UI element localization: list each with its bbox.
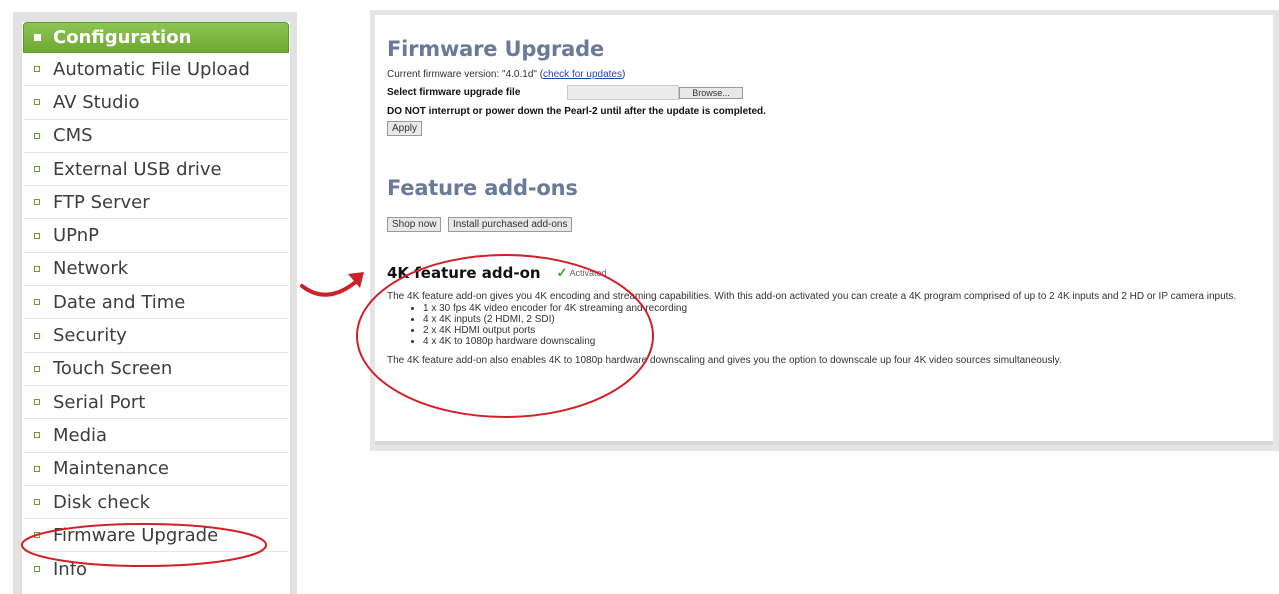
sidebar-item-touch-screen[interactable]: Touch Screen <box>24 353 288 386</box>
square-bullet-icon <box>34 166 40 173</box>
sidebar-item-label: Automatic File Upload <box>53 58 250 80</box>
install-addons-button[interactable]: Install purchased add-ons <box>447 217 573 232</box>
sidebar-item-cms[interactable]: CMS <box>24 120 288 153</box>
shop-now-button[interactable]: Shop now <box>387 217 442 232</box>
feature-description: The 4K feature add-on gives you 4K encod… <box>387 291 1237 302</box>
sidebar-item-label: Media <box>53 424 108 446</box>
activated-status: Activated <box>569 268 607 278</box>
sidebar-item-label: Maintenance <box>53 458 169 480</box>
sidebar-item-label: Touch Screen <box>53 358 173 380</box>
apply-button[interactable]: Apply <box>387 121 423 136</box>
select-file-label: Select firmware upgrade file <box>387 87 521 98</box>
sidebar-item-security[interactable]: Security <box>24 319 288 353</box>
sidebar-item-label: Security <box>53 325 127 347</box>
sidebar-item-firmware-upgrade[interactable]: Firmware Upgrade <box>24 519 288 553</box>
sidebar-item-label: UPnP <box>53 225 99 247</box>
sidebar-menu: Configuration Automatic File Upload AV S… <box>22 22 290 594</box>
sidebar-item-maintenance[interactable]: Maintenance <box>24 453 288 486</box>
sidebar-header-configuration[interactable]: Configuration <box>23 22 289 53</box>
feature-footer: The 4K feature add-on also enables 4K to… <box>387 355 1062 366</box>
sidebar-item-network[interactable]: Network <box>24 253 288 287</box>
sidebar-item-date-and-time[interactable]: Date and Time <box>24 286 288 320</box>
sidebar-item-media[interactable]: Media <box>24 419 288 453</box>
sidebar-item-label: Disk check <box>53 491 151 513</box>
square-bullet-icon <box>34 66 40 73</box>
sidebar-item-serial-port[interactable]: Serial Port <box>24 386 288 420</box>
square-bullet-icon <box>34 365 40 372</box>
list-item: 4 x 4K to 1080p hardware downscaling <box>423 336 1263 347</box>
square-bullet-icon <box>34 532 40 539</box>
sidebar-item-label: Info <box>53 558 88 580</box>
sidebar-item-automatic-file-upload[interactable]: Automatic File Upload <box>24 53 288 87</box>
addon-buttons-row: Shop now Install purchased add-ons <box>387 214 1263 232</box>
square-bullet-icon <box>34 566 40 573</box>
browse-button[interactable]: Browse... <box>679 86 743 99</box>
curved-arrow-icon <box>300 272 364 297</box>
square-bullet-icon <box>34 34 41 41</box>
current-firmware-close: ) <box>621 69 626 80</box>
feature-title-row: 4K feature add-on ✓ Activated <box>387 264 1263 282</box>
firmware-file-input[interactable] <box>567 85 679 100</box>
sidebar-item-label: CMS <box>53 125 93 147</box>
config-sidebar: Configuration Automatic File Upload AV S… <box>13 12 297 594</box>
square-bullet-icon <box>34 332 40 339</box>
square-bullet-icon <box>34 232 40 239</box>
check-for-updates-link[interactable]: check for updates <box>543 69 622 80</box>
list-item: 1 x 30 fps 4K video encoder for 4K strea… <box>423 303 1263 314</box>
sidebar-item-label: FTP Server <box>53 191 150 213</box>
sidebar-item-upnp[interactable]: UPnP <box>24 219 288 253</box>
upgrade-warning: DO NOT interrupt or power down the Pearl… <box>387 106 766 117</box>
sidebar-item-label: AV Studio <box>53 91 140 113</box>
checkmark-icon: ✓ <box>556 265 568 280</box>
feature-title: 4K feature add-on <box>387 264 541 282</box>
content-panel: Firmware Upgrade Current firmware versio… <box>370 10 1279 451</box>
sidebar-item-av-studio[interactable]: AV Studio <box>24 86 288 120</box>
feature-addons-heading: Feature add-ons <box>387 176 578 200</box>
sidebar-item-info[interactable]: Info <box>24 552 288 585</box>
square-bullet-icon <box>34 399 40 406</box>
current-firmware-line: Current firmware version: "4.0.1d" (chec… <box>387 69 1263 80</box>
sidebar-item-label: Network <box>53 258 129 280</box>
square-bullet-icon <box>34 499 40 505</box>
square-bullet-icon <box>34 99 40 106</box>
sidebar-item-label: Firmware Upgrade <box>53 524 219 546</box>
sidebar-item-label: Date and Time <box>53 291 186 313</box>
content-panel-inner: Firmware Upgrade Current firmware versio… <box>375 15 1273 445</box>
square-bullet-icon <box>34 432 40 439</box>
square-bullet-icon <box>34 265 40 272</box>
current-firmware-text: Current firmware version: "4.0.1d" ( <box>387 69 544 80</box>
feature-bullet-list: 1 x 30 fps 4K video encoder for 4K strea… <box>387 303 1263 347</box>
sidebar-item-label: Serial Port <box>53 391 146 413</box>
list-item: 2 x 4K HDMI output ports <box>423 325 1263 336</box>
sidebar-item-label: External USB drive <box>53 158 222 180</box>
sidebar-item-external-usb-drive[interactable]: External USB drive <box>24 153 288 187</box>
sidebar-item-disk-check[interactable]: Disk check <box>24 486 288 520</box>
square-bullet-icon <box>34 465 40 472</box>
sidebar-item-ftp-server[interactable]: FTP Server <box>24 186 288 220</box>
sidebar-header-label: Configuration <box>53 27 192 48</box>
square-bullet-icon <box>34 199 40 206</box>
square-bullet-icon <box>34 299 40 306</box>
square-bullet-icon <box>34 132 40 139</box>
list-item: 4 x 4K inputs (2 HDMI, 2 SDI) <box>423 314 1263 325</box>
firmware-upgrade-heading: Firmware Upgrade <box>387 37 604 61</box>
select-file-row: Select firmware upgrade file Browse... <box>387 85 1263 100</box>
